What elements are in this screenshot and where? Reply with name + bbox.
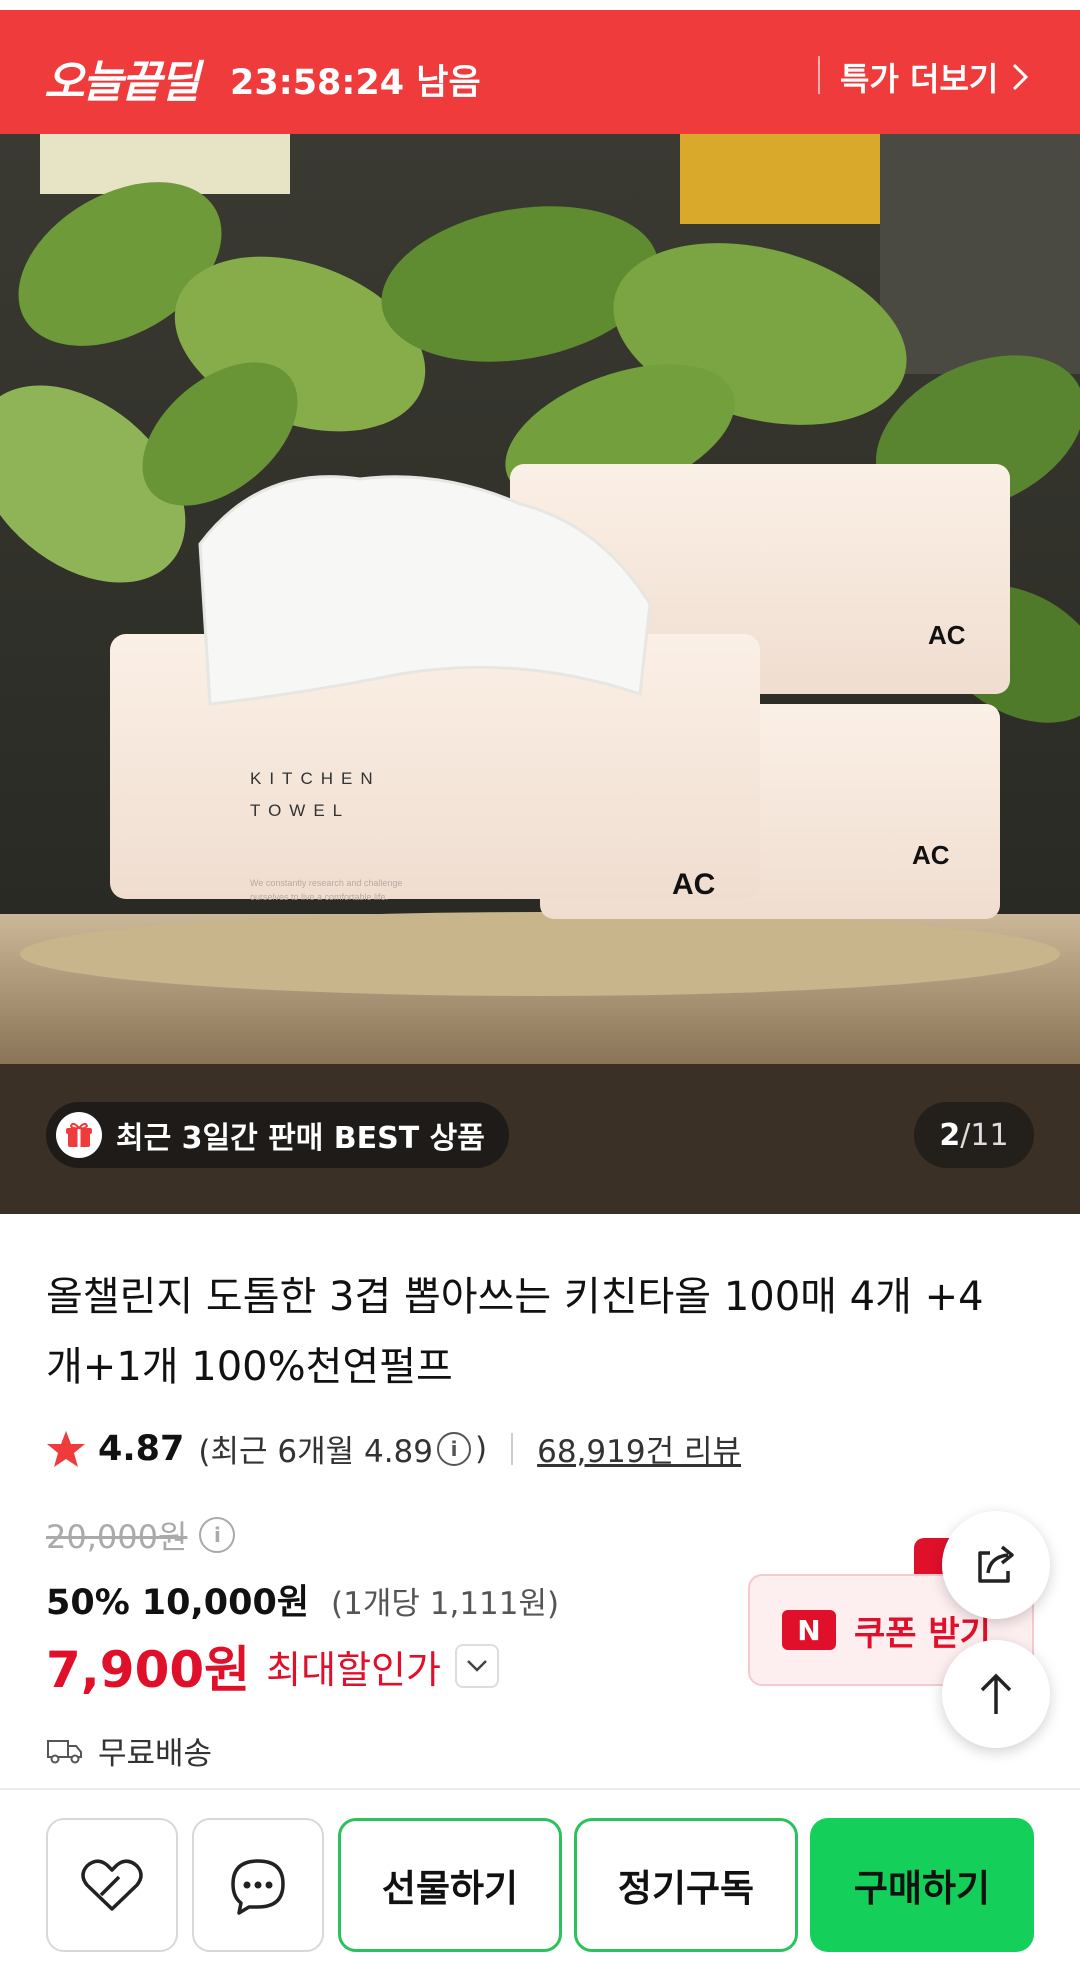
original-price-row: 20,000원 i: [46, 1512, 236, 1558]
today-deal-banner[interactable]: 오늘끝딜 23:58:24 남음 특가 더보기: [0, 10, 1080, 134]
star-icon: [47, 1430, 85, 1467]
box-slogan: We constantly research and challenge: [250, 878, 402, 888]
box-text: KITCHEN: [250, 769, 381, 788]
product-photo: KITCHEN TOWEL We constantly research and…: [0, 134, 1080, 1214]
today-deal-logo: 오늘끝딜: [44, 57, 200, 108]
shipping-info: 무료배송: [46, 1728, 212, 1773]
discount-percent: 50%: [46, 1583, 130, 1623]
best-seller-badge: 최근 3일간 판매 BEST 상품: [46, 1102, 509, 1168]
rating-score: 4.87: [98, 1428, 185, 1469]
info-icon[interactable]: i: [199, 1517, 236, 1553]
original-price: 20,000원: [46, 1518, 188, 1556]
deal-countdown: 23:58:24 남음: [230, 63, 481, 103]
buy-button[interactable]: 구매하기: [810, 1818, 1034, 1952]
truck-icon: [47, 1739, 82, 1763]
gift-icon: [56, 1112, 102, 1158]
gift-button[interactable]: 선물하기: [338, 1818, 562, 1952]
box-brand-mark: AC: [912, 840, 950, 870]
best-badge-label: 최근 3일간 판매 BEST 상품: [116, 1121, 485, 1156]
more-deals-link[interactable]: 특가 더보기: [840, 54, 1030, 100]
recent-rating-close: ): [475, 1430, 488, 1467]
expand-discount-button[interactable]: [454, 1644, 499, 1688]
divider: [818, 56, 820, 94]
chat-button[interactable]: [192, 1818, 324, 1952]
share-icon: [978, 1545, 1014, 1583]
rating-row: 4.87 (최근 6개월 4.89 i ) 68,919건 리뷰: [46, 1426, 741, 1471]
current-page: 2: [939, 1117, 961, 1153]
max-discount-price: 7,900원: [46, 1641, 251, 1699]
status-gap: [0, 0, 1080, 10]
info-icon[interactable]: i: [437, 1431, 471, 1466]
naver-n-icon: N: [782, 1610, 836, 1650]
box-brand-mark: AC: [928, 620, 966, 650]
product-title: 올챌린지 도톰한 3겹 뽑아쓰는 키친타올 100매 4개 +4개+1개 100…: [46, 1274, 984, 1390]
product-image-gallery[interactable]: KITCHEN TOWEL We constantly research and…: [0, 134, 1080, 1214]
recent-rating-text: (최근 6개월 4.89: [198, 1434, 433, 1470]
review-count-link[interactable]: 68,919건 리뷰: [537, 1426, 741, 1471]
share-button[interactable]: [942, 1511, 1050, 1619]
image-page-counter: 2 / 11: [914, 1102, 1034, 1168]
sale-price-row: 50% 10,000원 (1개당 1,111원): [46, 1574, 559, 1625]
max-discount-label: 최대할인가: [266, 1647, 441, 1692]
more-deals-label: 특가 더보기: [840, 60, 999, 98]
arrow-up-icon: [980, 1673, 1012, 1714]
scroll-to-top-button[interactable]: [942, 1640, 1050, 1748]
shipping-label: 무료배송: [98, 1736, 213, 1772]
box-slogan: ourselves to live a comfortable life.: [250, 892, 388, 902]
subscribe-button[interactable]: 정기구독: [574, 1818, 798, 1952]
recent-rating: (최근 6개월 4.89 i ): [198, 1426, 487, 1471]
divider: [511, 1432, 514, 1465]
box-text: TOWEL: [250, 801, 350, 820]
chevron-right-icon: [1013, 63, 1029, 91]
page-separator: /: [960, 1117, 971, 1153]
heart-icon: [81, 1859, 143, 1911]
chevron-down-icon: [467, 1660, 487, 1672]
box-brand-mark: AC: [672, 868, 715, 901]
unit-price: (1개당 1,111원): [331, 1586, 560, 1622]
chat-icon: [231, 1859, 285, 1915]
divider: [0, 1788, 1080, 1790]
like-button[interactable]: [46, 1818, 178, 1952]
total-pages: 11: [970, 1117, 1009, 1153]
sale-price: 10,000원: [141, 1583, 310, 1623]
max-discount-row: 7,900원 최대할인가: [46, 1630, 499, 1702]
